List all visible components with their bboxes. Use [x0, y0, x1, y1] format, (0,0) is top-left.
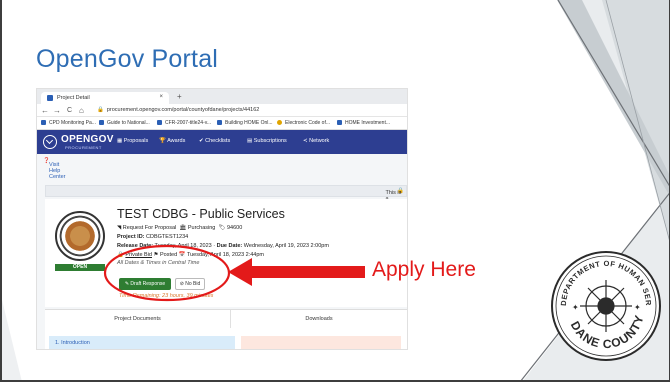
slide: OpenGov Portal Project Detail × + ← → C … — [0, 0, 670, 382]
arrow-shaft — [247, 266, 365, 278]
svg-text:✦: ✦ — [634, 303, 641, 312]
dane-county-seal-icon: DEPARTMENT OF HUMAN SERVICES DANE COUNTY… — [550, 250, 661, 361]
apply-here-label: Apply Here — [372, 258, 476, 281]
arrow-head — [228, 258, 252, 286]
svg-text:✦: ✦ — [572, 303, 579, 312]
highlight-circle — [103, 244, 231, 302]
